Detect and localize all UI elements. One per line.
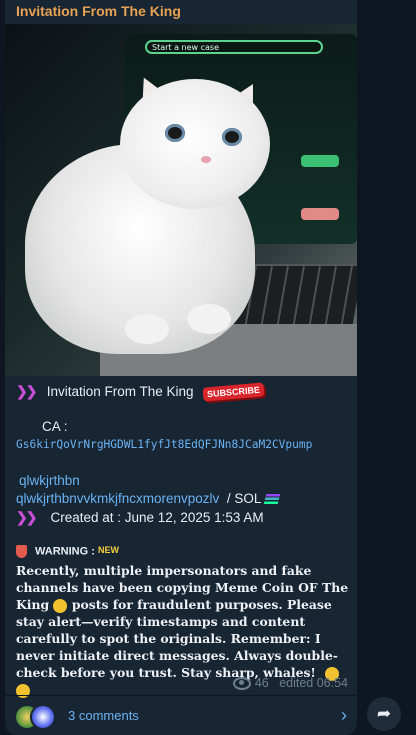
photo-cat-eye	[165, 124, 185, 142]
photo-cat-paw	[125, 314, 169, 344]
comments-count[interactable]: 3 comments	[68, 708, 139, 723]
photo-cat-nose	[201, 156, 211, 163]
photo-cat-paw	[187, 304, 231, 334]
post-photo-cat[interactable]: Start a new case	[5, 24, 357, 376]
solana-icon	[264, 494, 281, 505]
contract-address[interactable]: Gs6kirQoVrNrgHGDWL1fyfJt8EdQFJNn8JCaM2CV…	[16, 438, 312, 451]
photo-cat-eye	[222, 128, 242, 146]
post-meta: 46 edited 06:54	[232, 676, 348, 691]
photo-search-bar: Start a new case	[145, 40, 323, 54]
link-qlwkjrthbn[interactable]: qlwkjrthbn	[19, 473, 80, 488]
share-icon: ➦	[376, 704, 392, 723]
token-link-line: qlwkjrthbnvvkmkjfncxmorenvpozlv / SOL	[16, 491, 281, 506]
channel-name[interactable]: Invitation From The King	[16, 3, 181, 19]
link-long[interactable]: qlwkjrthbnvvkmkjfncxmorenvpozlv	[16, 491, 219, 506]
header-title: Invitation From The King	[46, 384, 194, 399]
created-at: Created at : June 12, 2025 1:53 AM	[50, 510, 264, 525]
shield-warning-icon	[16, 545, 27, 558]
photo-cat-head	[120, 79, 270, 209]
edited-time: edited 06:54	[279, 676, 348, 690]
share-button[interactable]: ➦	[367, 697, 401, 731]
subscribe-badge[interactable]: SUBSCRIBE	[202, 382, 265, 403]
eye-icon	[232, 677, 251, 691]
view-count: 46	[254, 676, 269, 690]
avatar	[30, 704, 56, 730]
new-tag: NEW	[97, 545, 119, 555]
photo-green-button	[301, 155, 339, 167]
ca-label: CA :	[42, 419, 68, 434]
chevron-double-right-icon: ❯❯	[16, 383, 38, 399]
sol-label: / SOL	[226, 491, 262, 506]
chevron-double-right-icon: ❯❯	[16, 509, 38, 525]
header-line: ❯❯ Invitation From The King SUBSCRIBE	[16, 382, 265, 403]
comments-bar[interactable]: 3 comments ›	[5, 696, 357, 735]
warning-label: WARNING :	[35, 545, 95, 558]
photo-pink-button	[301, 208, 339, 220]
chevron-right-icon[interactable]: ›	[341, 705, 347, 726]
created-line: ❯❯ Created at : June 12, 2025 1:53 AM	[16, 509, 264, 526]
warning-line: WARNING : NEW	[16, 545, 119, 558]
channel-post-bubble: Invitation From The King Start a new cas…	[5, 0, 357, 735]
crown-icon	[53, 598, 68, 613]
